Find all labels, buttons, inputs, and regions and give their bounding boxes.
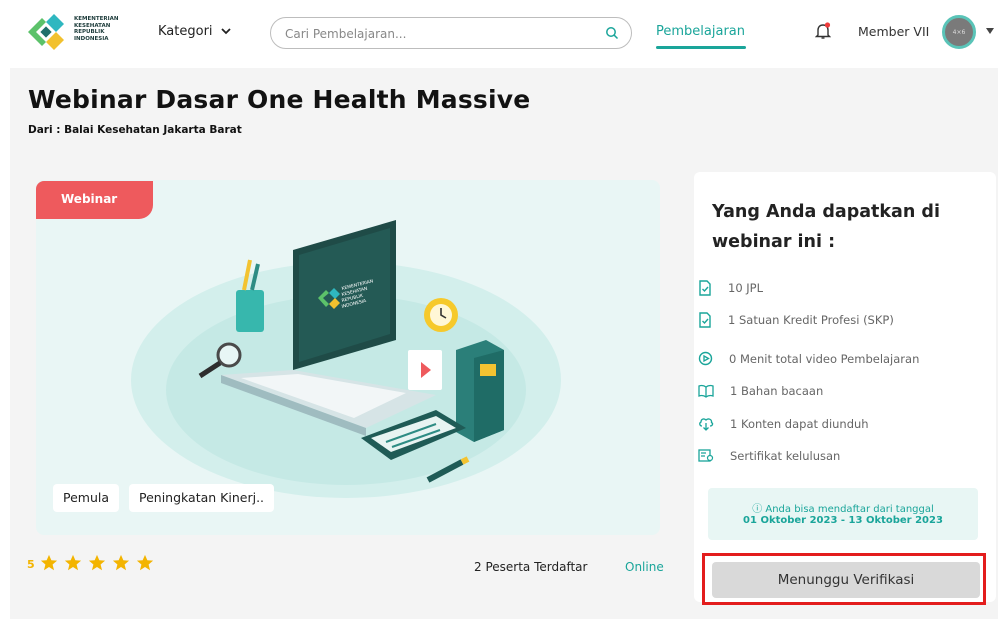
rating-stars <box>40 554 154 572</box>
logo-text: KEMENTERIAN KESEHATAN REPUBLIK INDONESIA <box>74 16 119 42</box>
feature-text: 1 Bahan bacaan <box>730 384 824 398</box>
page-subtitle: Dari : Balai Kesehatan Jakarta Barat <box>28 124 242 136</box>
feature-text: 0 Menit total video Pembelajaran <box>729 351 920 366</box>
active-nav-underline <box>656 46 746 49</box>
star-icon <box>40 554 58 571</box>
search-box <box>270 17 632 49</box>
book-open-icon <box>698 384 714 398</box>
laptop-illustration: KEMENTERIAN KESEHATAN REPUBLIK INDONESIA <box>131 220 561 498</box>
participant-count: 2 Peserta Terdaftar <box>474 560 588 574</box>
kategori-dropdown[interactable]: Kategori <box>158 24 231 39</box>
feature-item: 1 Bahan bacaan <box>698 384 823 398</box>
search-input[interactable] <box>285 24 595 44</box>
feature-item: 1 Konten dapat diunduh <box>698 416 869 431</box>
document-check-icon <box>699 312 711 328</box>
feature-text: 1 Konten dapat diunduh <box>730 416 869 431</box>
feature-text: Sertifikat kelulusan <box>730 449 841 463</box>
caret-down-icon[interactable] <box>986 28 994 34</box>
kemenkes-logo[interactable]: KEMENTERIAN KESEHATAN REPUBLIK INDONESIA <box>24 10 134 56</box>
document-check-icon <box>699 280 711 296</box>
topic-chip: Peningkatan Kinerj.. <box>129 484 275 512</box>
bell-icon[interactable] <box>815 22 831 40</box>
chevron-down-icon <box>220 28 231 35</box>
kategori-label: Kategori <box>158 24 213 39</box>
feature-text: 1 Satuan Kredit Profesi (SKP) <box>728 313 894 327</box>
registration-notice: ⓘ Anda bisa mendaftar dari tanggal 01 Ok… <box>708 488 978 540</box>
cloud-download-icon <box>699 418 714 431</box>
star-icon <box>88 554 106 571</box>
rating-value: 5 <box>27 558 35 571</box>
avatar[interactable]: 4×6 <box>942 15 976 49</box>
kemenkes-logo-icon <box>28 14 64 50</box>
logo-text-line: KEMENTERIAN <box>74 16 119 22</box>
feature-item: 0 Menit total video Pembelajaran <box>698 351 919 366</box>
course-banner-image: KEMENTERIAN KESEHATAN REPUBLIK INDONESIA <box>36 180 660 535</box>
webinar-tag: Webinar <box>36 181 153 219</box>
mode-label: Online <box>625 560 664 574</box>
registration-date-range: 01 Oktober 2023 - 13 Oktober 2023 <box>743 515 943 526</box>
feature-item: 10 JPL <box>698 280 763 296</box>
level-chip: Pemula <box>53 484 120 512</box>
top-navbar: KEMENTERIAN KESEHATAN REPUBLIK INDONESIA… <box>0 0 998 68</box>
certificate-icon <box>698 449 714 462</box>
star-icon <box>136 554 154 571</box>
waiting-verification-button[interactable]: Menunggu Verifikasi <box>712 562 980 598</box>
member-name[interactable]: Member VII <box>858 24 929 39</box>
logo-text-line: INDONESIA <box>74 35 109 42</box>
star-icon <box>64 554 82 571</box>
search-icon[interactable] <box>605 26 619 40</box>
page-title: Webinar Dasar One Health Massive <box>28 85 531 114</box>
benefit-title: Yang Anda dapatkan di webinar ini : <box>712 202 940 252</box>
star-icon <box>112 554 130 571</box>
feature-item: Sertifikat kelulusan <box>698 449 840 463</box>
feature-item: 1 Satuan Kredit Profesi (SKP) <box>698 312 894 328</box>
play-circle-icon <box>698 351 713 366</box>
nav-pembelajaran[interactable]: Pembelajaran <box>656 24 745 39</box>
feature-text: 10 JPL <box>728 281 764 295</box>
notice-info-text: ⓘ Anda bisa mendaftar dari tanggal <box>752 504 934 515</box>
